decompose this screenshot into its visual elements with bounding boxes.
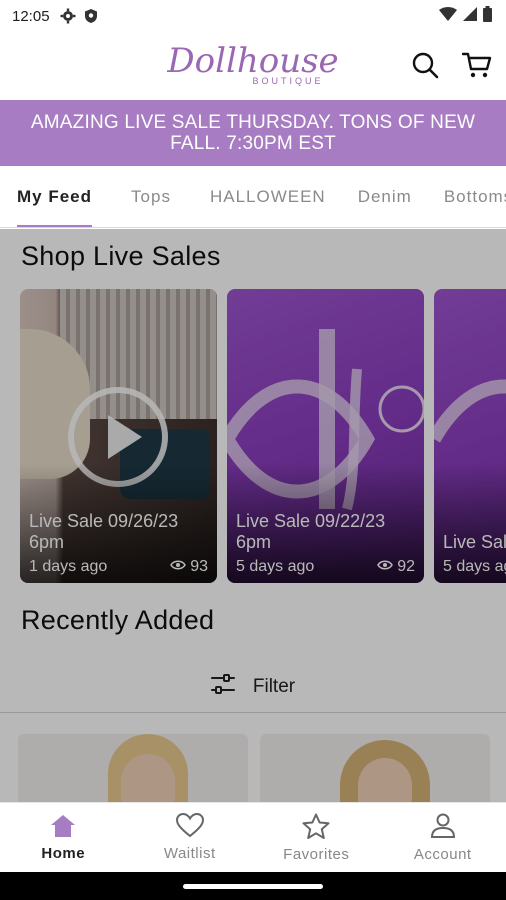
live-sale-title: Live Sale 09/22/23 6pm — [236, 511, 386, 552]
nav-label: Account — [413, 845, 472, 863]
wifi-icon — [439, 7, 457, 25]
gesture-handle[interactable] — [183, 883, 323, 889]
app-header: Dollhouse BOUTIQUE — [0, 32, 506, 98]
live-sales-heading: Shop Live Sales — [21, 241, 221, 271]
star-icon — [302, 813, 330, 843]
tab-label: Tops — [131, 186, 171, 206]
nav-account[interactable]: Account — [380, 803, 506, 872]
heart-icon — [175, 812, 204, 842]
gesture-bar — [0, 872, 506, 900]
live-sale-card[interactable]: Live Sale 6pm 5 days ag — [434, 289, 506, 583]
model-face — [121, 754, 175, 802]
live-sale-card[interactable]: Live Sale 09/26/23 6pm 1 days ago 93 — [20, 289, 217, 583]
tab-label: HALLOWEEN — [209, 186, 326, 206]
tab-denim[interactable]: Denim — [357, 166, 412, 227]
nav-favorites[interactable]: Favorites — [253, 803, 380, 872]
logo-script: Dollhouse — [167, 41, 339, 81]
tab-label: Denim — [357, 186, 412, 206]
battery-icon — [483, 6, 492, 26]
category-tabs: My Feed Tops HALLOWEEN Denim Bottoms — [0, 166, 506, 228]
status-bar: 12:05 — [0, 0, 506, 32]
product-card[interactable] — [18, 734, 248, 802]
tab-tops[interactable]: Tops — [131, 166, 171, 227]
nav-waitlist[interactable]: Waitlist — [127, 803, 254, 872]
nav-label: Home — [41, 844, 86, 862]
promo-banner[interactable]: AMAZING LIVE SALE THURSDAY. TONS OF NEW … — [0, 100, 506, 166]
live-sale-title: Live Sale 6pm — [443, 532, 506, 552]
filter-button[interactable]: Filter — [0, 661, 506, 713]
live-sale-age: 1 days ago — [29, 558, 108, 575]
filter-label: Filter — [252, 675, 296, 697]
person-icon — [430, 813, 456, 843]
tab-label: Bottoms — [443, 186, 506, 206]
live-sales-carousel[interactable]: Live Sale 09/26/23 6pm 1 days ago 93 Liv… — [20, 289, 506, 583]
eye-icon — [377, 558, 394, 576]
brand-logo[interactable]: Dollhouse BOUTIQUE — [167, 44, 338, 86]
sliders-icon — [210, 673, 235, 700]
settings-gear-icon — [60, 8, 76, 24]
view-count: 93 — [170, 558, 208, 576]
home-icon — [50, 814, 76, 842]
shield-icon — [84, 8, 98, 24]
tab-label: My Feed — [17, 186, 93, 206]
view-count: 92 — [377, 558, 415, 576]
product-card[interactable] — [260, 734, 490, 802]
promo-text: AMAZING LIVE SALE THURSDAY. TONS OF NEW … — [30, 112, 476, 154]
bottom-nav: Home Waitlist Favorites Account — [0, 802, 506, 872]
live-sale-age: 5 days ag — [443, 558, 506, 575]
eye-icon — [170, 558, 187, 576]
tab-bottoms[interactable]: Bottoms — [443, 166, 506, 227]
view-count-value: 93 — [190, 558, 208, 575]
live-sale-age: 5 days ago — [236, 558, 315, 575]
nav-label: Waitlist — [163, 845, 216, 862]
tab-halloween[interactable]: HALLOWEEN — [209, 166, 326, 227]
status-time: 12:05 — [12, 7, 50, 25]
logo-subtitle: BOUTIQUE — [252, 76, 324, 86]
live-sale-card[interactable]: Live Sale 09/22/23 6pm 5 days ago 92 — [227, 289, 424, 583]
nav-home[interactable]: Home — [0, 803, 127, 872]
signal-icon — [463, 7, 477, 25]
view-count-value: 92 — [397, 558, 415, 575]
live-sale-title: Live Sale 09/26/23 6pm — [29, 511, 179, 552]
feed-content[interactable]: Shop Live Sales Live Sale 09/26/23 6pm 1… — [0, 229, 506, 802]
tab-my-feed[interactable]: My Feed — [17, 166, 93, 227]
nav-label: Favorites — [283, 845, 350, 863]
cart-icon[interactable] — [462, 50, 492, 80]
product-grid — [18, 734, 490, 802]
recently-added-heading: Recently Added — [21, 605, 215, 635]
search-icon[interactable] — [410, 50, 440, 80]
